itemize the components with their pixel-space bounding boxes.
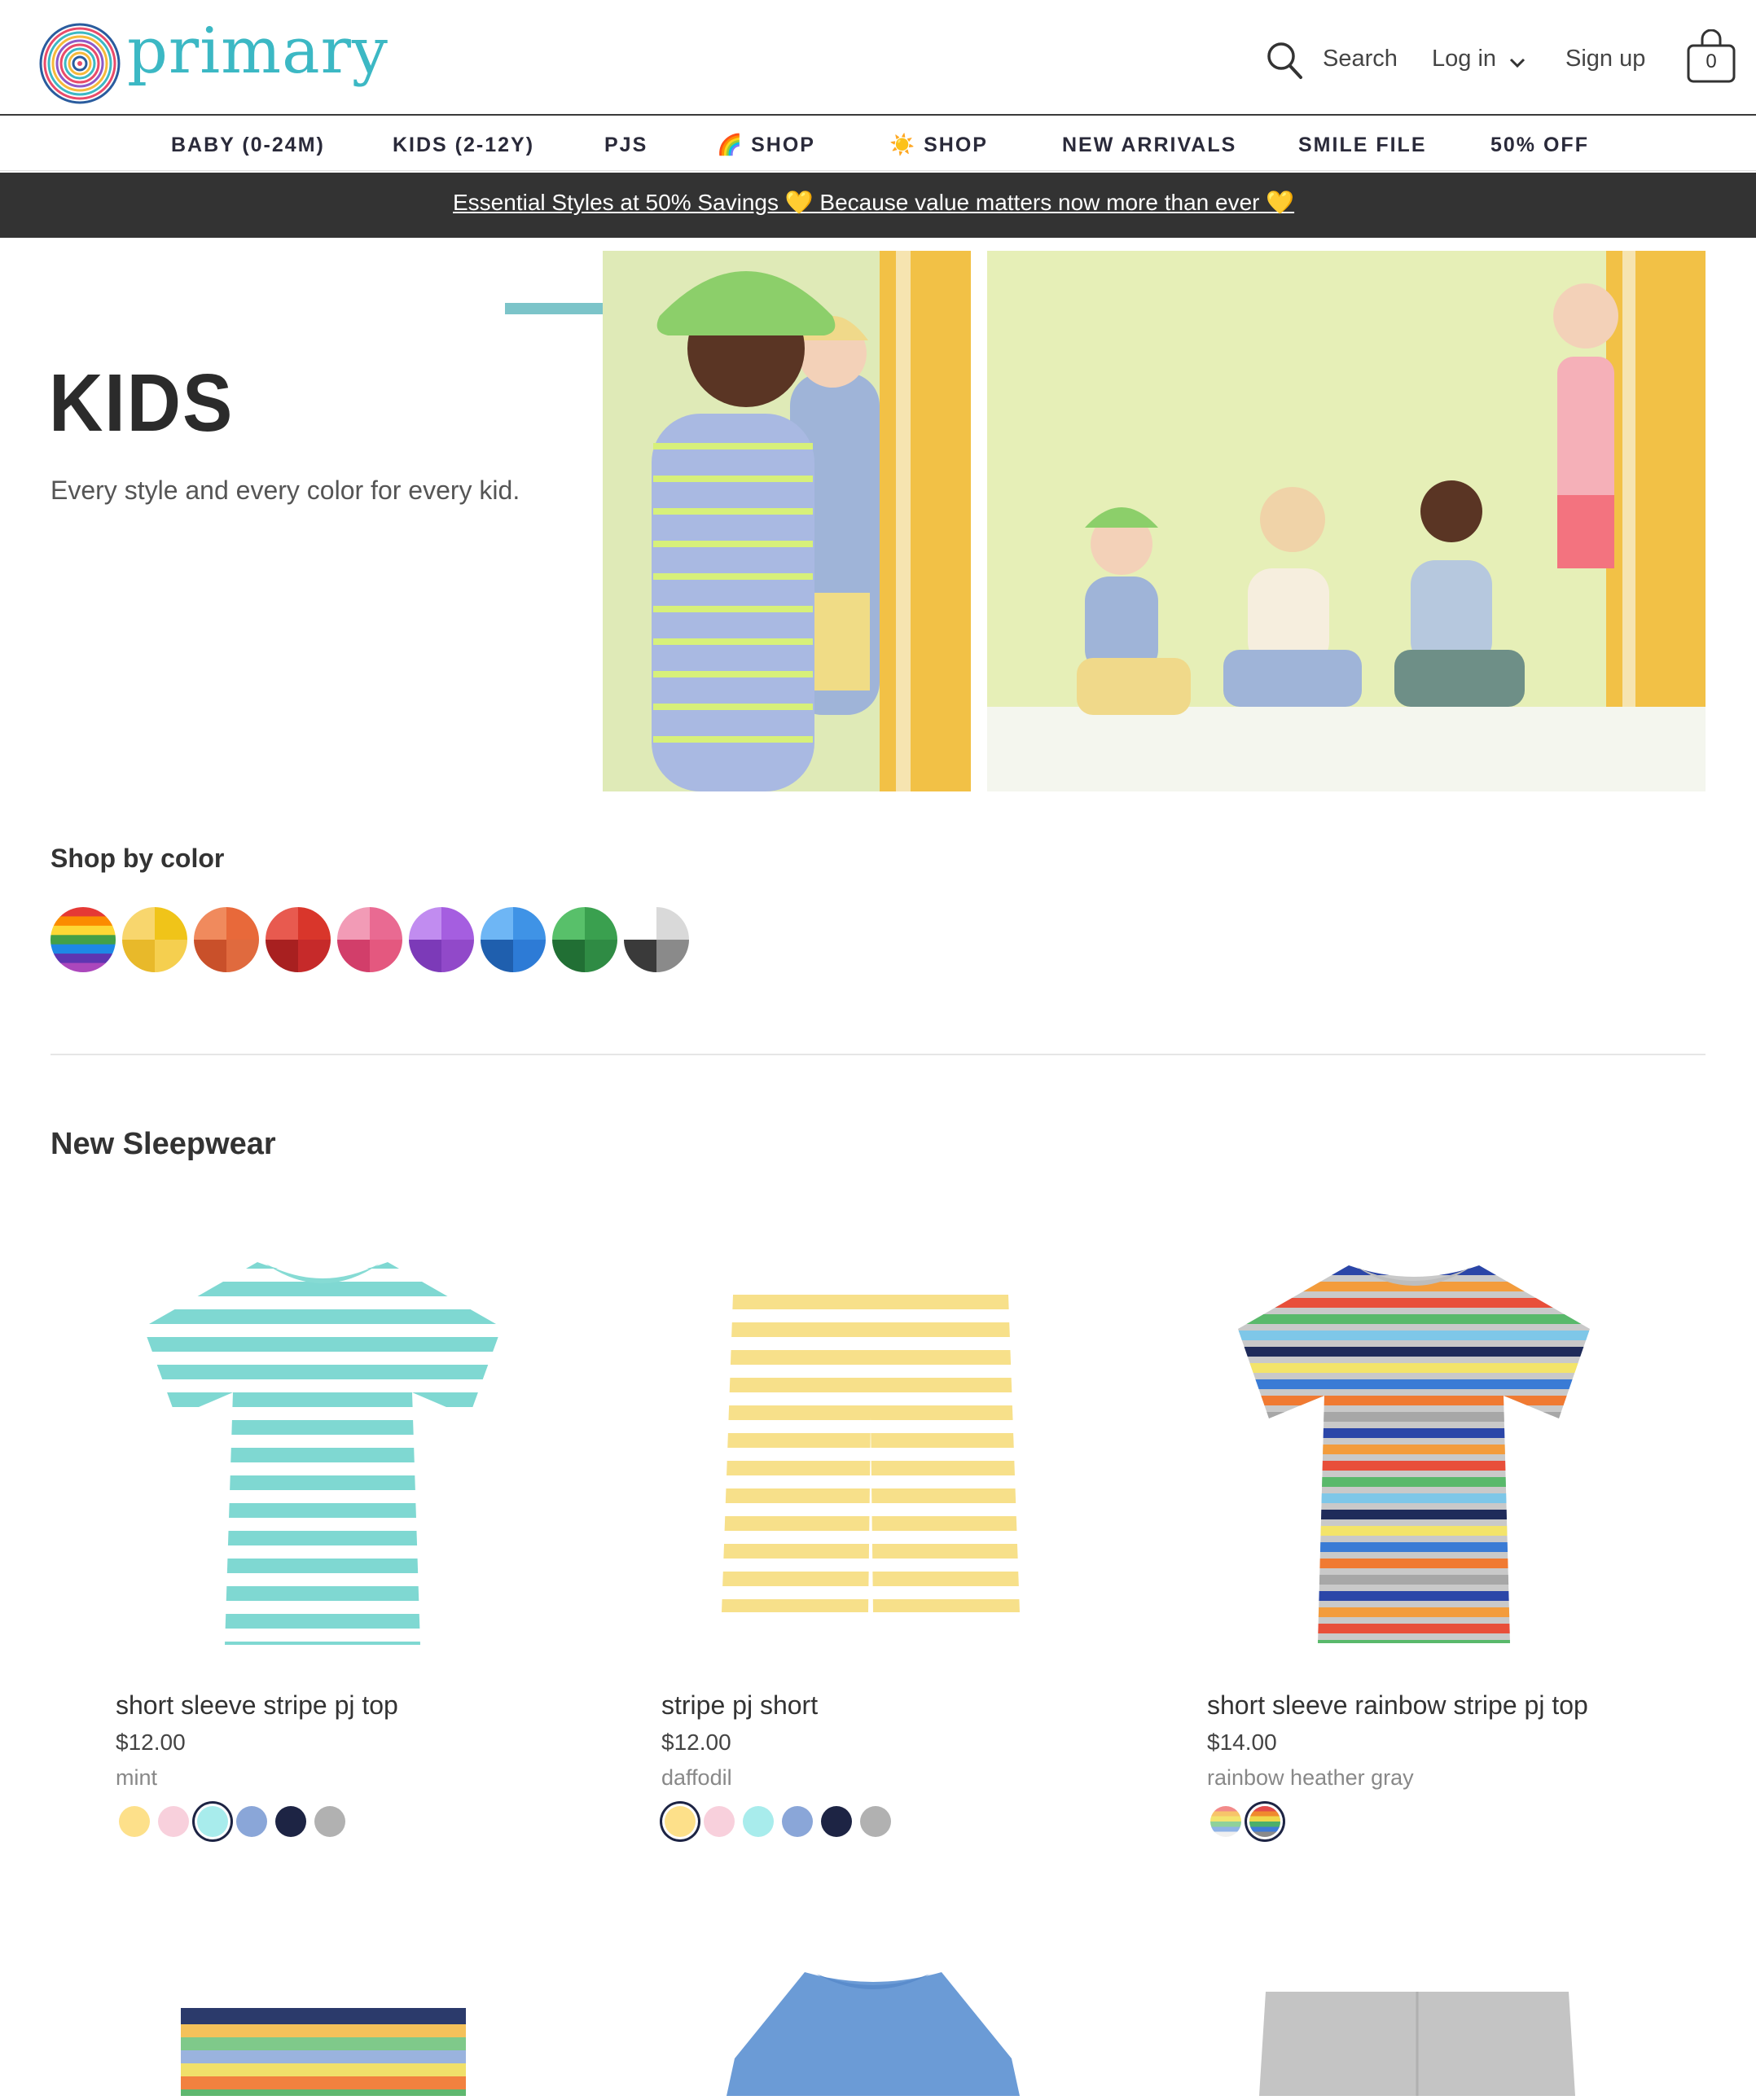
color-swatch[interactable] [236, 1806, 267, 1837]
stripe [1238, 1379, 1590, 1389]
color-swatch[interactable] [821, 1806, 852, 1837]
product-image-rainbow-stripe-tee[interactable] [1238, 1259, 1590, 1650]
page-subtitle: Every style and every color for every ki… [50, 476, 520, 505]
product-image-gray-shorts[interactable] [1259, 1992, 1575, 2096]
product-color-name: rainbow heather gray [1207, 1765, 1414, 1790]
hero-image-left [603, 251, 971, 791]
product-image-rainbow-shorts[interactable] [181, 2008, 466, 2096]
search-icon[interactable] [1266, 41, 1303, 80]
product-name[interactable]: short sleeve rainbow stripe pj top [1207, 1690, 1588, 1721]
stripe [1238, 1542, 1590, 1552]
color-swatch[interactable] [1210, 1806, 1241, 1837]
stripe [1238, 1493, 1590, 1503]
product-image-mint-stripe-tee[interactable] [143, 1254, 502, 1653]
color-swatch-green[interactable] [552, 907, 617, 972]
color-swatch-pink[interactable] [337, 907, 402, 972]
color-swatch[interactable] [158, 1806, 189, 1837]
signup-link[interactable]: Sign up [1565, 46, 1645, 72]
color-swatch-red[interactable] [266, 907, 331, 972]
hero-image-right [987, 251, 1706, 791]
stripe [1238, 1624, 1590, 1633]
color-swatch[interactable] [197, 1806, 228, 1837]
color-swatch[interactable] [743, 1806, 774, 1837]
stripe [1238, 1575, 1590, 1585]
color-swatch[interactable] [119, 1806, 150, 1837]
color-swatch-gray[interactable] [624, 907, 689, 972]
stripe [1238, 1607, 1590, 1617]
color-swatch[interactable] [314, 1806, 345, 1837]
nav-pjs[interactable]: PJS [604, 134, 648, 157]
sun-emoji-icon: ☀️ [889, 134, 917, 156]
brand-name[interactable]: primary [127, 15, 389, 88]
promo-link[interactable]: Essential Styles at 50% Savings 💛 Becaus… [453, 189, 1294, 216]
stripe [1238, 1428, 1590, 1438]
stripe [1238, 1396, 1590, 1405]
section-title: New Sleepwear [50, 1127, 276, 1161]
color-swatch-blue[interactable] [481, 907, 546, 972]
nav-sun-shop-label: SHOP [924, 134, 988, 156]
chevron-down-icon[interactable] [1508, 57, 1526, 68]
primary-logo-icon[interactable] [39, 23, 121, 104]
product-color-name: mint [116, 1765, 158, 1790]
product-price: $12.00 [661, 1730, 731, 1755]
color-swatch[interactable] [782, 1806, 813, 1837]
color-swatch[interactable] [275, 1806, 306, 1837]
color-swatch[interactable] [860, 1806, 891, 1837]
stripe [1238, 1591, 1590, 1601]
stripe [1238, 1477, 1590, 1487]
nav-rainbow-shop[interactable]: 🌈 SHOP [717, 134, 815, 157]
rainbow-emoji-icon: 🌈 [717, 134, 744, 156]
stripe [1238, 1461, 1590, 1471]
stripe [1238, 1559, 1590, 1568]
product-color-name: daffodil [661, 1765, 732, 1790]
stripe [1238, 1331, 1590, 1340]
cart-count: 0 [1706, 50, 1717, 72]
nav-smile-file[interactable]: SMILE FILE [1298, 134, 1427, 157]
color-swatch[interactable] [704, 1806, 735, 1837]
product-price: $12.00 [116, 1730, 186, 1755]
color-swatch[interactable] [665, 1806, 696, 1837]
stripe [1238, 1640, 1590, 1643]
color-swatch-orange[interactable] [194, 907, 259, 972]
nav-rainbow-shop-label: SHOP [751, 134, 815, 156]
nav-new-arrivals[interactable]: NEW ARRIVALS [1062, 134, 1236, 157]
product-image-yellow-stripe-shorts[interactable] [722, 1295, 1020, 1620]
color-swatch-yellow[interactable] [122, 907, 187, 972]
page-title: KIDS [49, 357, 235, 449]
stripe [1238, 1510, 1590, 1519]
main-nav: BABY (0-24M) KIDS (2-12Y) PJS 🌈 SHOP ☀️ … [0, 117, 1756, 171]
nav-50-off[interactable]: 50% OFF [1490, 134, 1589, 157]
nav-sun-shop[interactable]: ☀️ SHOP [889, 134, 988, 157]
stripe [1238, 1526, 1590, 1536]
search-link[interactable]: Search [1323, 46, 1398, 72]
nav-kids[interactable]: KIDS (2-12Y) [393, 134, 534, 157]
stripe [1238, 1445, 1590, 1454]
product-price: $14.00 [1207, 1730, 1277, 1755]
login-link[interactable]: Log in [1432, 46, 1496, 72]
stripe [1238, 1314, 1590, 1324]
shop-by-color-label: Shop by color [50, 844, 225, 873]
product-name[interactable]: stripe pj short [661, 1690, 818, 1721]
promo-banner: Essential Styles at 50% Savings 💛 Becaus… [0, 173, 1756, 238]
stripe [1238, 1347, 1590, 1357]
stripe [1238, 1363, 1590, 1373]
color-swatch-purple[interactable] [409, 907, 474, 972]
site-header: primary Search Log in Sign up 0 [0, 0, 1756, 116]
stripe [1238, 1298, 1590, 1308]
stripe [1238, 1412, 1590, 1422]
product-name[interactable]: short sleeve stripe pj top [116, 1690, 398, 1721]
stripe [1238, 1265, 1590, 1275]
color-swatch[interactable] [1249, 1806, 1280, 1837]
color-swatch-rainbow[interactable] [50, 907, 116, 972]
section-divider [50, 1054, 1706, 1055]
nav-baby[interactable]: BABY (0-24M) [171, 134, 325, 157]
product-image-blue-tee[interactable] [727, 1969, 1020, 2096]
